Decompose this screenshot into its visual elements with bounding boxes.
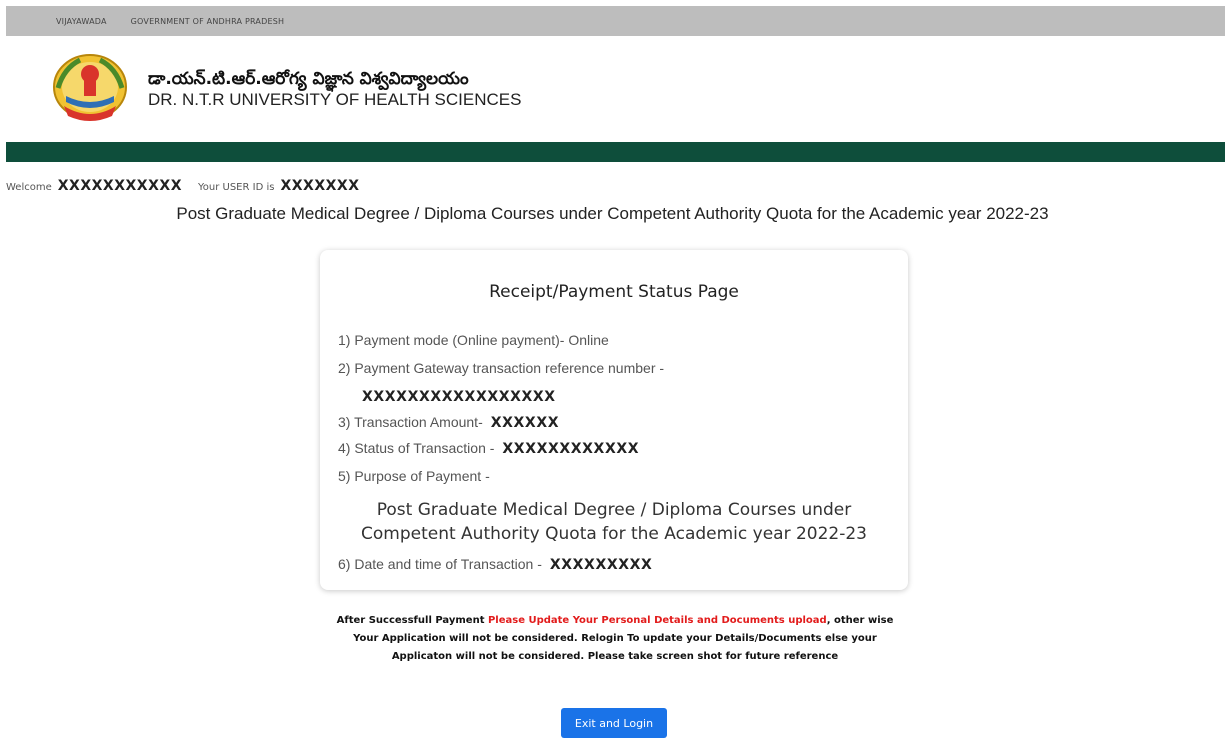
purpose-text: Post Graduate Medical Degree / Diploma C…	[320, 498, 908, 546]
receipt-card: Receipt/Payment Status Page 1) Payment m…	[320, 250, 908, 590]
notice-highlight: Please Update Your Personal Details and …	[487, 615, 827, 626]
gateway-ref-value: XXXXXXXXXXXXXXXXX	[362, 389, 556, 405]
gateway-ref-label: 2) Payment Gateway transaction reference…	[338, 360, 665, 376]
site-header: డా.యన్.టి.ఆర్.ఆరోగ్య విజ్ఞాన విశ్వవిద్యా…	[6, 36, 1225, 142]
amount-value: XXXXXX	[490, 415, 560, 431]
payment-notice: After Successfull Payment Please Update …	[330, 612, 900, 666]
top-bar: VIJAYAWADA GOVERNMENT OF ANDHRA PRADESH	[6, 6, 1225, 36]
welcome-label: Welcome	[6, 182, 52, 193]
user-id: XXXXXXX	[280, 178, 360, 194]
page-title: Post Graduate Medical Degree / Diploma C…	[176, 204, 1049, 223]
welcome-line: Welcome XXXXXXXXXXX Your USER ID is XXXX…	[6, 178, 376, 194]
status-label: 4) Status of Transaction -	[338, 440, 495, 456]
purpose-line-1: Post Graduate Medical Degree / Diploma C…	[376, 500, 852, 520]
purpose-line-2: Competent Authority Quota for the Academ…	[361, 524, 867, 544]
government-label: GOVERNMENT OF ANDHRA PRADESH	[130, 16, 285, 26]
receipt-title: Receipt/Payment Status Page	[489, 282, 739, 302]
university-name-english: DR. N.T.R UNIVERSITY OF HEALTH SCIENCES	[148, 90, 522, 109]
datetime-label: 6) Date and time of Transaction -	[338, 556, 542, 572]
amount-label: 3) Transaction Amount-	[338, 414, 483, 430]
location-label: VIJAYAWADA	[56, 16, 107, 26]
status-line: 4) Status of Transaction - XXXXXXXXXXXX	[338, 440, 639, 457]
datetime-line: 6) Date and time of Transaction - XXXXXXX…	[338, 556, 652, 573]
green-divider-bar	[6, 142, 1225, 162]
status-value: XXXXXXXXXXXX	[502, 441, 640, 457]
datetime-value: XXXXXXXXX	[549, 557, 653, 573]
payment-mode-line: 1) Payment mode (Online payment)- Online	[338, 332, 609, 348]
purpose-label: 5) Purpose of Payment -	[338, 468, 490, 484]
user-name: XXXXXXXXXXX	[57, 178, 182, 194]
amount-line: 3) Transaction Amount- XXXXXX	[338, 414, 559, 431]
user-id-label: Your USER ID is	[197, 182, 275, 193]
notice-prefix: After Successfull Payment	[336, 615, 485, 626]
university-seal-icon	[53, 54, 127, 121]
exit-and-login-button[interactable]: Exit and Login	[561, 708, 667, 738]
